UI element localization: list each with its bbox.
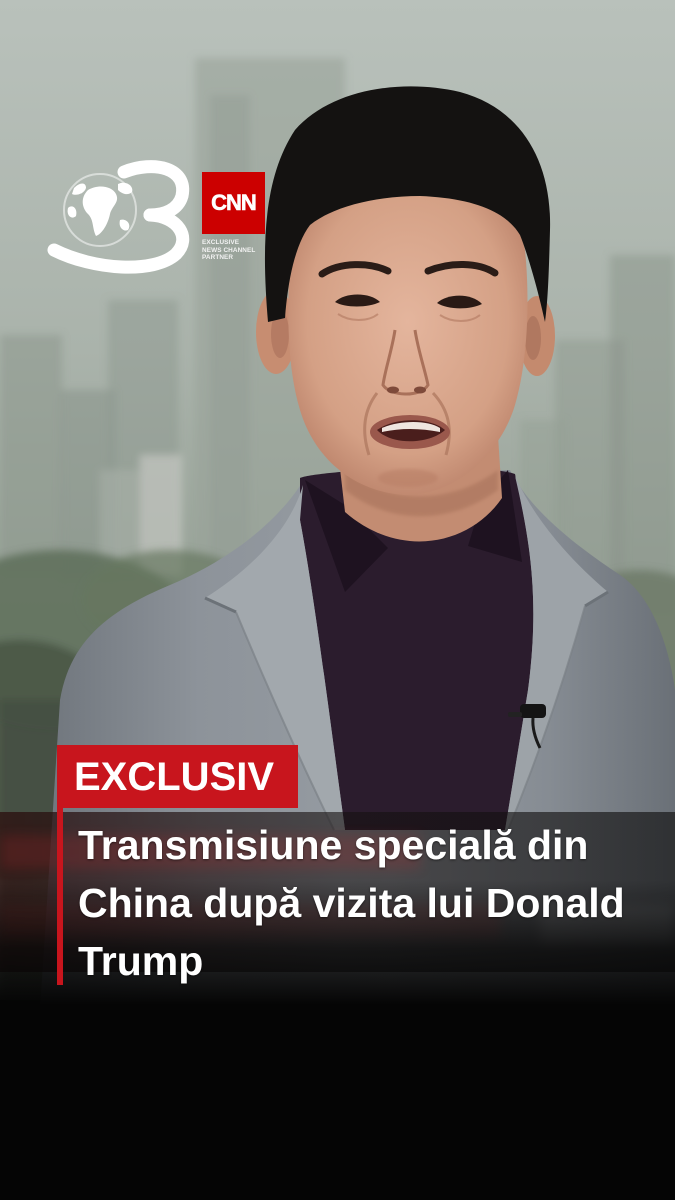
partner-caption: EXCLUSIVE NEWS CHANNEL PARTNER — [202, 239, 272, 262]
headline-line: Transmisiune specială din — [78, 822, 589, 868]
exclusive-badge: EXCLUSIV — [62, 745, 298, 808]
exclusive-badge-label: EXCLUSIV — [74, 754, 275, 799]
partner-caption-line: NEWS CHANNEL — [202, 246, 256, 254]
video-frame[interactable]: CNN EXCLUSIVE NEWS CHANNEL PARTNER EXCLU… — [0, 0, 675, 1200]
partner-caption-line: EXCLUSIVE — [202, 239, 240, 246]
bottom-black-area — [0, 1004, 675, 1200]
headline-line: China după vizita lui Donald — [78, 880, 625, 926]
headline-line: Trump — [78, 938, 204, 984]
partner-caption-line: PARTNER — [202, 254, 234, 262]
cnn-wordmark: CNN — [211, 190, 257, 215]
headline: Transmisiune specială din China după viz… — [78, 816, 668, 990]
partner-logo: CNN EXCLUSIVE NEWS CHANNEL PARTNER — [202, 172, 272, 267]
channel-globe-logo-icon — [47, 160, 190, 274]
cnn-logo: CNN — [202, 172, 265, 234]
